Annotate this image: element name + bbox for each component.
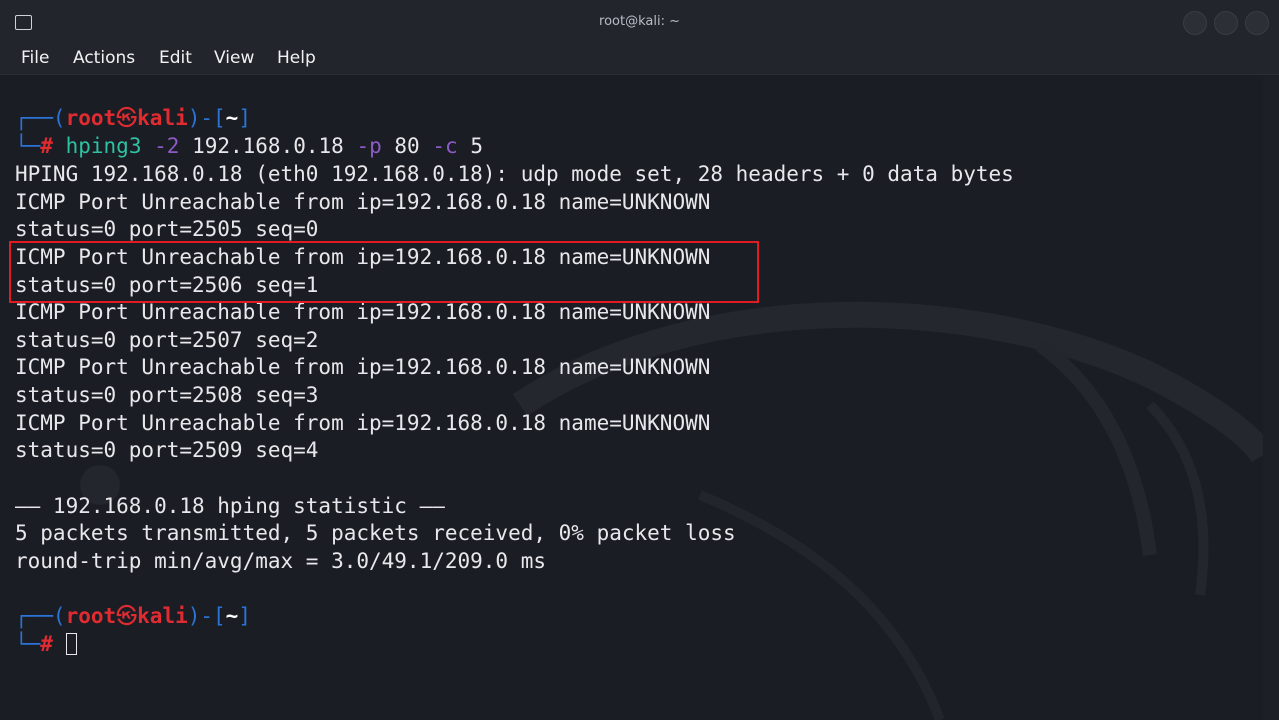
- highlight-box: [9, 241, 759, 303]
- command-line: └─# hping3 -2 192.168.0.18 -p 80 -c 5: [15, 134, 483, 158]
- output-line: ICMP Port Unreachable from ip=192.168.0.…: [15, 190, 711, 214]
- menu-file[interactable]: File: [21, 48, 49, 68]
- prompt-line: ┌──(root㉿kali)-[~]: [15, 604, 251, 628]
- close-button[interactable]: [1245, 11, 1269, 35]
- skull-icon: ㉿: [116, 106, 138, 130]
- output-line: ICMP Port Unreachable from ip=192.168.0.…: [15, 411, 711, 435]
- command-target: 192.168.0.18: [192, 134, 344, 158]
- command-option: -2: [154, 134, 180, 158]
- prompt-host: kali: [137, 106, 188, 130]
- menu-help[interactable]: Help: [277, 48, 316, 68]
- prompt-user: root: [65, 106, 117, 130]
- menu-actions[interactable]: Actions: [73, 48, 135, 68]
- input-line[interactable]: └─#: [15, 631, 77, 658]
- output-line: status=0 port=2507 seq=2: [15, 328, 319, 352]
- prompt-symbol: #: [40, 134, 53, 158]
- output-line: status=0 port=2508 seq=3: [15, 383, 319, 407]
- output-line: status=0 port=2509 seq=4: [15, 438, 319, 462]
- output-header: HPING 192.168.0.18 (eth0 192.168.0.18): …: [15, 162, 1014, 186]
- window-title: root@kali: ~: [599, 14, 680, 29]
- menu-bar: File Actions Edit View Help: [0, 44, 1279, 75]
- minimize-button[interactable]: [1183, 11, 1207, 35]
- prompt-user: root: [65, 604, 117, 628]
- title-bar: root@kali: ~: [0, 0, 1279, 44]
- maximize-button[interactable]: [1214, 11, 1238, 35]
- command-option: -p: [356, 134, 382, 158]
- output-line: ICMP Port Unreachable from ip=192.168.0.…: [15, 300, 711, 324]
- statistic-packets: 5 packets transmitted, 5 packets receive…: [15, 521, 736, 545]
- prompt-host: kali: [137, 604, 188, 628]
- output-line: ICMP Port Unreachable from ip=192.168.0.…: [15, 355, 711, 379]
- terminal-output[interactable]: ┌──(root㉿kali)-[~] └─# hping3 -2 192.168…: [0, 75, 1263, 720]
- terminal-window: root@kali: ~ File Actions Edit View Help…: [0, 0, 1279, 720]
- command-count: 5: [470, 134, 483, 158]
- scrollbar[interactable]: [1263, 75, 1279, 720]
- prompt-line: ┌──(root㉿kali)-[~]: [15, 106, 251, 130]
- prompt-dir: ~: [225, 604, 239, 628]
- prompt-symbol: #: [40, 632, 53, 656]
- command-port: 80: [394, 134, 420, 158]
- skull-icon: ㉿: [116, 604, 138, 628]
- menu-edit[interactable]: Edit: [159, 48, 192, 68]
- statistic-header: —— 192.168.0.18 hping statistic ——: [15, 494, 445, 518]
- statistic-rtt: round-trip min/avg/max = 3.0/49.1/209.0 …: [15, 549, 547, 573]
- block-cursor: [65, 633, 77, 655]
- command-option: -c: [432, 134, 458, 158]
- prompt-dir: ~: [225, 106, 239, 130]
- output-line: status=0 port=2505 seq=0: [15, 217, 319, 241]
- menu-view[interactable]: View: [214, 48, 254, 68]
- command-tool: hping3: [65, 134, 142, 158]
